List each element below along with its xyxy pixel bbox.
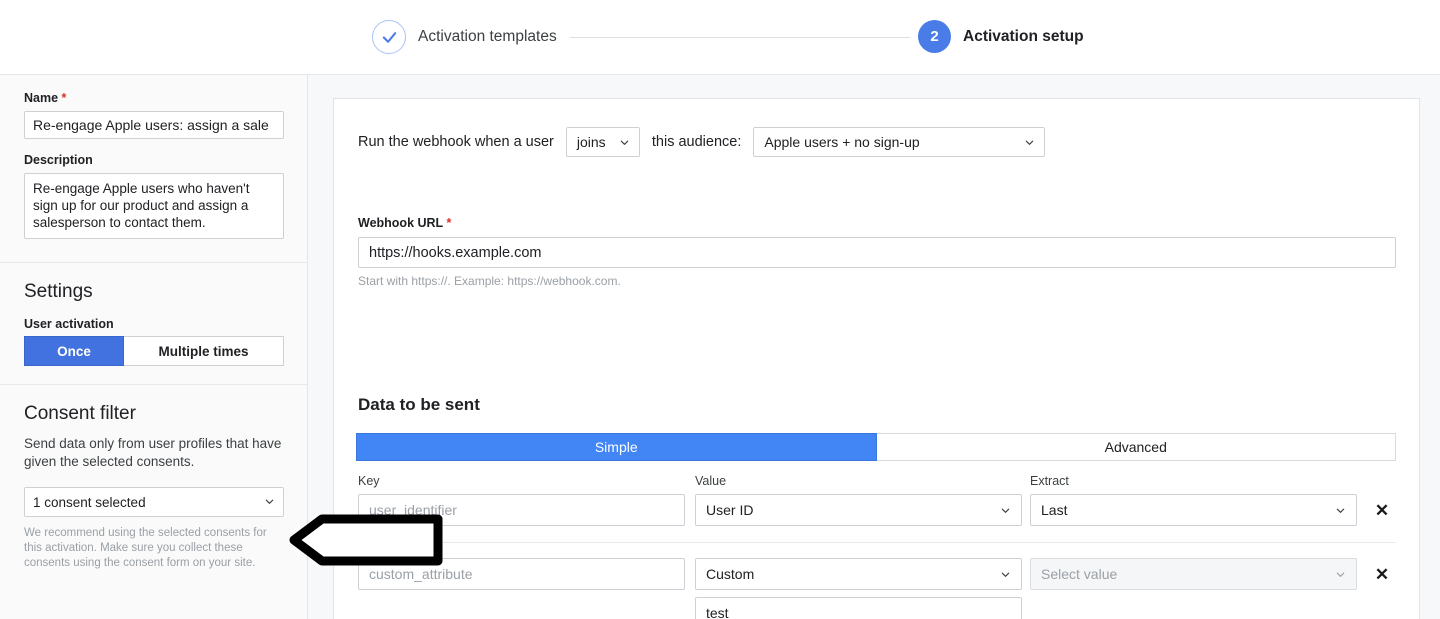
required-asterisk: *: [61, 91, 67, 105]
parameter-extract-select-2-text: Select value: [1041, 566, 1118, 582]
parameter-row: Custom Select value ✕: [358, 558, 1398, 590]
check-icon: [381, 29, 398, 46]
parameter-extract-select-1[interactable]: Last: [1030, 494, 1357, 526]
audience-select[interactable]: Apple users + no sign-up: [753, 127, 1046, 157]
stepper-header: Activation templates 2 Activation setup: [0, 0, 1440, 75]
webhook-url-label-text: Webhook URL: [358, 216, 443, 230]
webhook-url-card: Webhook URL * Start with https://. Examp…: [333, 188, 1420, 373]
chevron-down-icon: [264, 496, 275, 507]
close-icon[interactable]: ✕: [1371, 499, 1393, 521]
parameter-value-select-2-text: Custom: [706, 566, 755, 582]
chevron-down-icon: [1335, 505, 1346, 516]
chevron-down-icon: [1335, 569, 1346, 580]
chevron-down-icon: [1000, 505, 1011, 516]
chevron-down-icon: [619, 137, 630, 148]
chevron-down-icon: [1024, 137, 1035, 148]
data-section-title: Data to be sent: [358, 395, 480, 414]
segment-once[interactable]: Once: [24, 336, 124, 366]
column-header-key: Key: [358, 474, 380, 488]
webhook-url-label: Webhook URL *: [358, 216, 451, 230]
webhook-url-input[interactable]: [358, 237, 1396, 268]
settings-heading: Settings: [24, 281, 93, 302]
data-mode-tabs: Simple Advanced: [356, 433, 1396, 461]
consent-filter-description: Send data only from user profiles that h…: [24, 436, 282, 469]
parameter-row: User ID Last ✕: [358, 494, 1398, 526]
parameter-key-input-2[interactable]: [358, 558, 685, 590]
settings-sidebar: Name * Description Settings User activat…: [0, 75, 308, 619]
parameter-value-select-1[interactable]: User ID: [695, 494, 1022, 526]
consent-filter-hint: We recommend using the selected consents…: [24, 527, 267, 569]
audience-select-value: Apple users + no sign-up: [764, 134, 920, 150]
parameter-custom-value-input[interactable]: [695, 597, 1022, 619]
tab-advanced[interactable]: Advanced: [876, 433, 1396, 461]
step-2-label: Activation setup: [963, 27, 1084, 45]
sidebar-basic-info-section: Name * Description: [0, 75, 307, 262]
tab-simple[interactable]: Simple: [356, 433, 877, 461]
consent-select-value: 1 consent selected: [33, 494, 146, 510]
trigger-event-select[interactable]: joins: [565, 127, 640, 157]
parameter-extract-select-2: Select value: [1030, 558, 1357, 590]
description-field-label: Description: [24, 153, 93, 167]
parameter-key-input-1[interactable]: [358, 494, 685, 526]
chevron-down-icon: [1000, 569, 1011, 580]
step-number-badge: 2: [918, 20, 951, 53]
sidebar-consent-filter-section: Consent filter Send data only from user …: [0, 385, 307, 589]
data-to-be-sent-card: Data to be sent Simple Advanced Key Valu…: [333, 372, 1420, 619]
user-activation-label: User activation: [24, 317, 114, 331]
main-content-area: Run the webhook when a user joins this a…: [308, 75, 1440, 619]
column-header-extract: Extract: [1030, 474, 1069, 488]
trigger-card: Run the webhook when a user joins this a…: [333, 98, 1420, 189]
user-activation-segmented-control: Once Multiple times: [24, 336, 284, 366]
description-textarea[interactable]: [24, 173, 284, 239]
trigger-row: Run the webhook when a user joins this a…: [358, 127, 1046, 157]
name-label-text: Name: [24, 91, 59, 105]
stepper-step-activation-setup[interactable]: 2 Activation setup: [918, 20, 1084, 53]
trigger-prefix-text: Run the webhook when a user: [358, 134, 554, 150]
parameter-value-select-2[interactable]: Custom: [695, 558, 1022, 590]
segment-multiple-times[interactable]: Multiple times: [124, 336, 284, 366]
stepper-step-activation-templates[interactable]: Activation templates: [372, 20, 557, 54]
step-completed-indicator: [372, 20, 406, 54]
name-field-label: Name *: [24, 91, 283, 105]
consent-filter-heading: Consent filter: [24, 403, 136, 424]
sidebar-settings-section: Settings User activation Once Multiple t…: [0, 263, 307, 384]
parameter-extract-select-1-text: Last: [1041, 502, 1068, 518]
stepper-connector-line: [570, 37, 910, 38]
parameter-row-custom-value: [358, 597, 1398, 619]
webhook-url-hint: Start with https://. Example: https://we…: [358, 274, 621, 288]
trigger-middle-text: this audience:: [651, 134, 742, 150]
parameter-row-divider: [358, 542, 1396, 543]
required-asterisk: *: [446, 216, 452, 230]
close-icon[interactable]: ✕: [1371, 563, 1393, 585]
trigger-event-value: joins: [576, 134, 606, 150]
step-1-label: Activation templates: [418, 28, 557, 45]
consent-select[interactable]: 1 consent selected: [24, 487, 284, 517]
column-header-value: Value: [695, 474, 727, 488]
name-input[interactable]: [24, 111, 284, 139]
parameter-value-select-1-text: User ID: [706, 502, 754, 518]
